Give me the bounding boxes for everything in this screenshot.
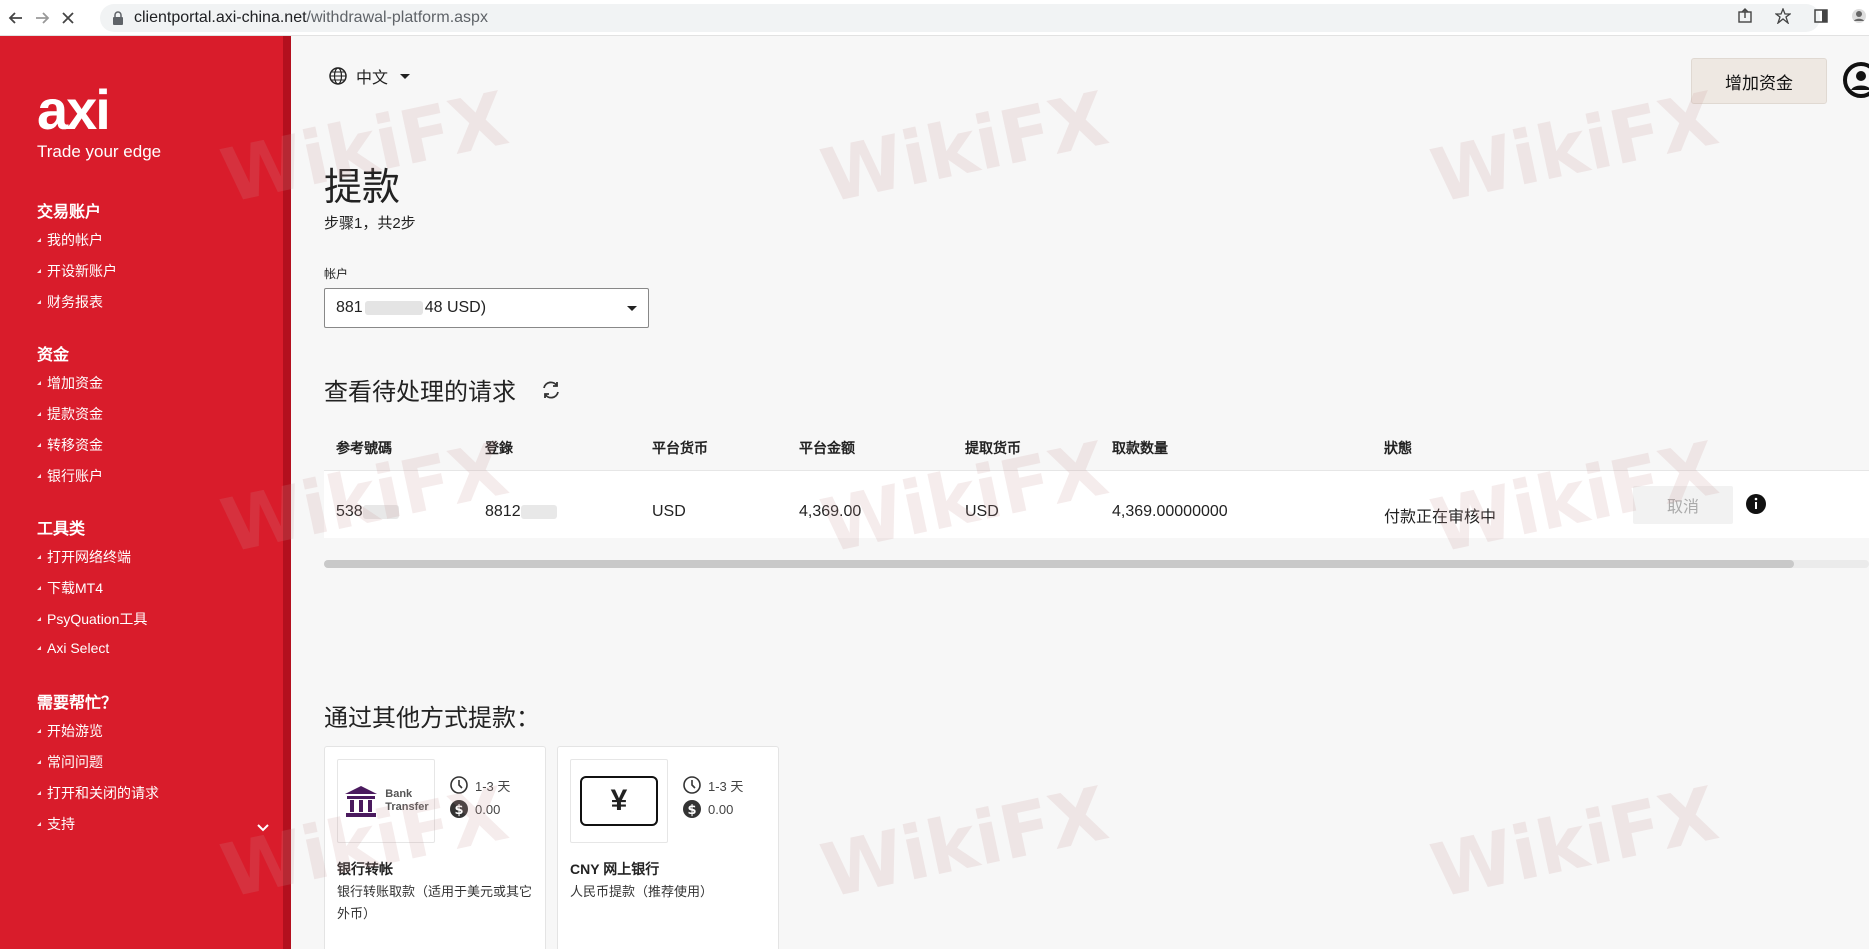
bank-transfer-logo: Bank Transfer bbox=[337, 759, 435, 843]
card-name: CNY 网上银行 bbox=[570, 861, 660, 877]
sidebar-item-web-terminal[interactable]: 打开网络终端 bbox=[37, 547, 131, 567]
side-panel-icon[interactable] bbox=[1811, 6, 1831, 26]
sidebar-item-download-mt4[interactable]: 下载MT4 bbox=[37, 578, 103, 598]
other-methods-title: 通过其他方式提款： bbox=[324, 705, 540, 732]
address-bar[interactable]: clientportal.axi-china.net/withdrawal-pl… bbox=[100, 4, 1820, 32]
sidebar-item-faq[interactable]: 常问问题 bbox=[37, 752, 103, 772]
col-header-withdraw-currency: 提取货币 bbox=[965, 440, 1021, 456]
logo-tagline: Trade your edge bbox=[37, 142, 162, 161]
cell-platform-currency: USD bbox=[652, 503, 686, 520]
col-header-login: 登錄 bbox=[485, 440, 513, 456]
fee: $ 0.00 bbox=[449, 799, 500, 819]
col-header-ref: 参考號碼 bbox=[336, 440, 392, 456]
redacted-mask bbox=[364, 301, 423, 315]
sidebar: axi Trade your edge 交易账户 我的帐户 开设新账户 财务报表… bbox=[0, 36, 291, 949]
redacted-mask bbox=[362, 504, 399, 519]
col-header-platform-currency: 平台货币 bbox=[652, 440, 708, 456]
dollar-icon: $ bbox=[683, 800, 701, 818]
profile-icon[interactable] bbox=[1849, 6, 1869, 26]
sidebar-item-add-funds[interactable]: 增加资金 bbox=[37, 373, 103, 393]
yen-icon: ¥ bbox=[580, 776, 658, 826]
axi-logo[interactable]: axi bbox=[37, 82, 111, 138]
dollar-icon: $ bbox=[450, 800, 468, 818]
sidebar-item-statements[interactable]: 财务报表 bbox=[37, 292, 103, 312]
caret-down-icon bbox=[400, 73, 411, 79]
url-host: clientportal.axi-china.net bbox=[134, 9, 307, 26]
clock-icon bbox=[450, 776, 468, 794]
refresh-icon[interactable] bbox=[540, 379, 562, 401]
cell-ref: 538 bbox=[336, 503, 399, 521]
back-icon[interactable] bbox=[6, 8, 26, 28]
sidebar-item-axi-select[interactable]: Axi Select bbox=[37, 640, 109, 656]
sidebar-item-requests[interactable]: 打开和关闭的请求 bbox=[37, 783, 159, 803]
card-name: 银行转帐 bbox=[337, 861, 393, 877]
sidebar-item-open-account[interactable]: 开设新账户 bbox=[37, 261, 117, 281]
card-description: 银行转账取款（适用于美元或其它外币） bbox=[337, 884, 533, 921]
forward-icon[interactable] bbox=[32, 8, 52, 28]
lock-icon bbox=[113, 11, 123, 25]
bookmark-star-icon[interactable] bbox=[1773, 6, 1793, 26]
cancel-button[interactable]: 取消 bbox=[1633, 486, 1733, 524]
cell-platform-amount: 4,369.00 bbox=[799, 503, 862, 520]
language-label: 中文 bbox=[356, 70, 389, 87]
cell-withdraw-currency: USD bbox=[965, 503, 999, 520]
url-path: /withdrawal-platform.aspx bbox=[306, 9, 488, 26]
cell-withdraw-amount: 4,369.00000000 bbox=[1112, 503, 1228, 520]
sidebar-item-psyquation[interactable]: PsyQuation工具 bbox=[37, 609, 147, 629]
chevron-down-icon[interactable] bbox=[256, 820, 270, 834]
sidebar-item-transfer-funds[interactable]: 转移资金 bbox=[37, 435, 103, 455]
globe-icon bbox=[329, 67, 347, 85]
info-icon[interactable] bbox=[1745, 493, 1767, 515]
section-funds: 资金 bbox=[37, 347, 70, 364]
col-header-withdraw-amount: 取款数量 bbox=[1112, 440, 1168, 456]
cny-logo: ¥ bbox=[570, 759, 668, 843]
fee: $ 0.00 bbox=[682, 799, 733, 819]
svg-text:$: $ bbox=[687, 803, 696, 818]
step-indicator: 步骤1，共2步 bbox=[324, 215, 416, 232]
col-header-platform-amount: 平台金额 bbox=[799, 440, 855, 456]
browser-toolbar: clientportal.axi-china.net/withdrawal-pl… bbox=[0, 0, 1869, 36]
page-title: 提款 bbox=[324, 167, 401, 209]
sidebar-item-bank-accounts[interactable]: 银行账户 bbox=[37, 466, 103, 486]
cell-login: 8812 bbox=[485, 503, 557, 521]
svg-text:$: $ bbox=[454, 803, 463, 818]
stop-loading-icon[interactable] bbox=[58, 8, 78, 28]
sidebar-item-support[interactable]: 支持 bbox=[37, 814, 75, 834]
language-selector[interactable]: 中文 bbox=[328, 64, 411, 88]
sidebar-item-tour[interactable]: 开始游览 bbox=[37, 721, 103, 741]
share-icon[interactable] bbox=[1735, 6, 1755, 26]
scrollbar-thumb[interactable] bbox=[324, 560, 1794, 568]
col-header-status: 狀態 bbox=[1384, 440, 1412, 456]
account-label: 帐户 bbox=[324, 267, 349, 281]
add-funds-button[interactable]: 增加资金 bbox=[1691, 58, 1827, 104]
account-select[interactable]: 881 48 USD) bbox=[324, 288, 649, 328]
section-help: 需要帮忙？ bbox=[37, 695, 118, 712]
cell-status: 付款正在审核中 bbox=[1384, 509, 1497, 526]
clock-icon bbox=[683, 776, 701, 794]
pending-requests-title: 查看待处理的请求 bbox=[324, 379, 516, 406]
section-tools: 工具类 bbox=[37, 521, 86, 538]
redacted-mask bbox=[520, 504, 557, 519]
main-content: 中文 增加资金 提款 步骤1，共2步 帐户 881 48 USD) 查看待处理的请… bbox=[291, 36, 1869, 949]
section-trading-accounts: 交易账户 bbox=[37, 204, 102, 221]
bank-transfer-card[interactable]: Bank Transfer 1-3 天 $ 0.00 银行转帐 银行转账取款（适… bbox=[324, 746, 546, 949]
processing-time: 1-3 天 bbox=[449, 775, 510, 795]
cny-online-banking-card[interactable]: ¥ 1-3 天 $ 0.00 CNY 网上银行 人民币提款（推荐使用） bbox=[557, 746, 779, 949]
card-description: 人民币提款（推荐使用） bbox=[570, 884, 714, 899]
user-account-icon[interactable] bbox=[1843, 62, 1869, 98]
sidebar-item-my-accounts[interactable]: 我的帐户 bbox=[37, 230, 103, 250]
bank-icon bbox=[345, 786, 378, 817]
processing-time: 1-3 天 bbox=[682, 775, 743, 795]
sidebar-edge bbox=[283, 36, 291, 949]
caret-down-icon bbox=[627, 306, 637, 311]
sidebar-item-withdraw-funds[interactable]: 提款资金 bbox=[37, 404, 103, 424]
